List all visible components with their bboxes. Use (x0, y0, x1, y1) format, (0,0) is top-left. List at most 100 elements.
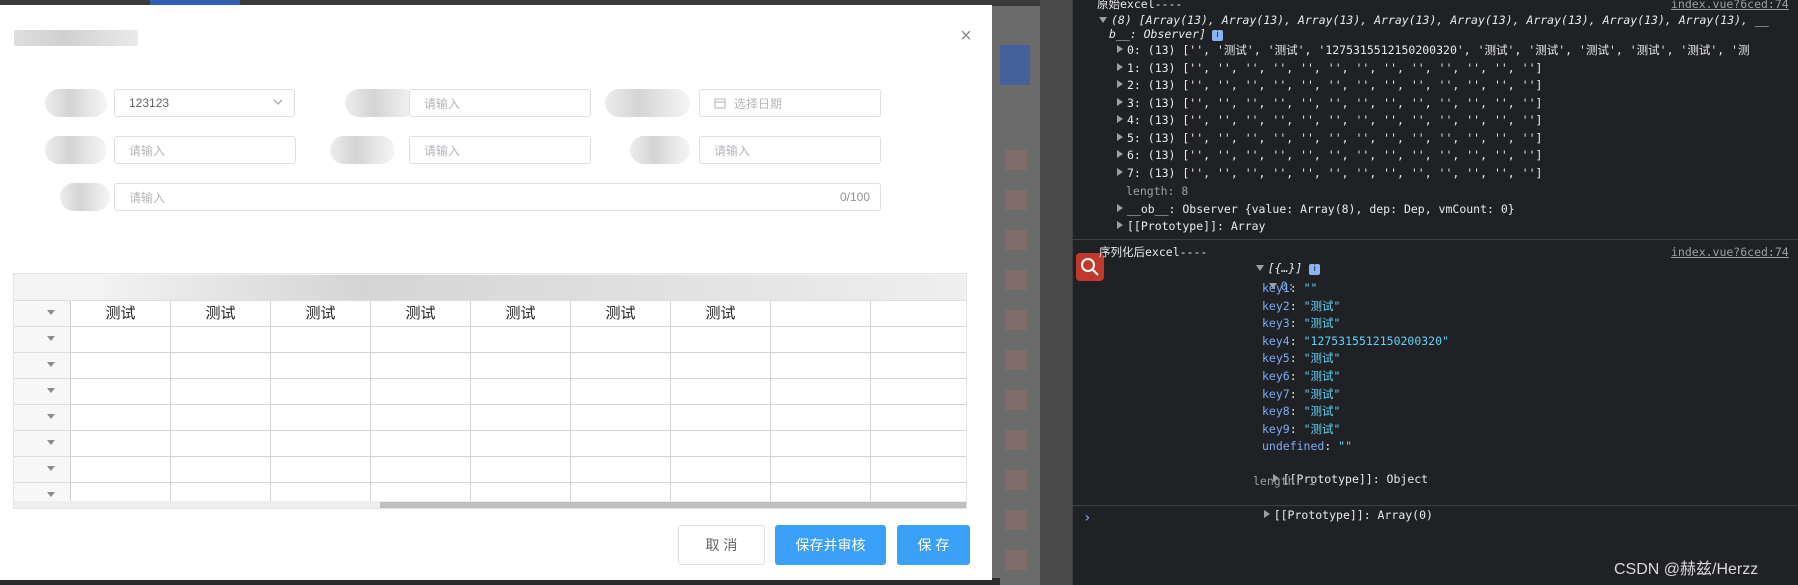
console-line[interactable]: [[Prototype]]: Array (1117, 218, 1265, 234)
console-line[interactable]: 1: (13) ['', '', '', '', '', '', '', '',… (1117, 60, 1542, 76)
sheet-cell[interactable] (871, 353, 966, 379)
sheet-cell[interactable] (71, 405, 171, 431)
row-header[interactable] (14, 353, 71, 379)
sheet-cell[interactable] (871, 301, 966, 327)
row-dropdown-icon[interactable] (47, 336, 55, 341)
remark-textarea[interactable]: 请输入 0/100 (114, 183, 881, 211)
sheet-cell[interactable] (771, 327, 871, 353)
sheet-cell[interactable] (771, 405, 871, 431)
sheet-cell[interactable] (371, 431, 471, 457)
sheet-cell[interactable] (371, 457, 471, 483)
row-dropdown-icon[interactable] (47, 310, 55, 315)
sheet-cell[interactable] (271, 327, 371, 353)
console-line[interactable]: 3: (13) ['', '', '', '', '', '', '', '',… (1117, 95, 1542, 111)
source-link[interactable]: index.vue?6ced:74 (1671, 244, 1789, 260)
sheet-cell[interactable] (571, 379, 671, 405)
sheet-cell[interactable] (471, 457, 571, 483)
sheet-cell[interactable] (271, 405, 371, 431)
sheet-cell[interactable] (871, 405, 966, 431)
sheet-cell[interactable] (171, 353, 271, 379)
console-line[interactable]: 4: (13) ['', '', '', '', '', '', '', '',… (1117, 112, 1542, 128)
sheet-cell[interactable] (871, 327, 966, 353)
sheet-cell[interactable]: 测试 (571, 301, 671, 327)
select-field[interactable]: 123123 (114, 89, 295, 117)
row-dropdown-icon[interactable] (47, 414, 55, 419)
sheet-cell[interactable] (171, 327, 271, 353)
sheet-cell[interactable] (671, 353, 771, 379)
sheet-cell[interactable] (671, 405, 771, 431)
sheet-cell[interactable] (771, 457, 871, 483)
text-input[interactable]: 请输入 (114, 136, 296, 164)
sheet-cell[interactable] (371, 379, 471, 405)
row-header[interactable] (14, 379, 71, 405)
sheet-cell[interactable] (571, 327, 671, 353)
spreadsheet[interactable]: 测试 测试 测试 测试 测试 测试 测试 (13, 273, 967, 509)
sheet-cell[interactable]: 测试 (671, 301, 771, 327)
sheet-cell[interactable] (871, 379, 966, 405)
text-input[interactable]: 请输入 (409, 136, 591, 164)
sheet-cell[interactable] (471, 431, 571, 457)
sheet-cell[interactable]: 测试 (271, 301, 371, 327)
scrollbar-thumb[interactable] (380, 502, 966, 508)
save-button[interactable]: 保 存 (897, 525, 970, 565)
sheet-cell[interactable] (671, 327, 771, 353)
date-picker[interactable]: 选择日期 (699, 89, 881, 117)
sheet-cell[interactable] (271, 431, 371, 457)
sheet-cell[interactable] (371, 327, 471, 353)
sheet-cell[interactable] (271, 353, 371, 379)
sheet-cell[interactable] (771, 431, 871, 457)
row-header[interactable] (14, 405, 71, 431)
console-line[interactable]: 2: (13) ['', '', '', '', '', '', '', '',… (1117, 77, 1542, 93)
sheet-cell[interactable] (171, 405, 271, 431)
sheet-cell[interactable] (71, 327, 171, 353)
array-prototype-toggle[interactable]: [[Prototype]]: Array(0) (1236, 491, 1433, 539)
source-link[interactable]: index.vue?6ced:74 (1671, 0, 1789, 12)
row-header[interactable] (14, 457, 71, 483)
console-prompt[interactable]: › (1083, 510, 1091, 526)
sheet-cell[interactable] (171, 457, 271, 483)
console-line[interactable]: 0: (13) ['', '测试', '测试', '12753155121502… (1117, 42, 1750, 58)
sheet-cell[interactable] (771, 353, 871, 379)
sheet-cell[interactable] (371, 353, 471, 379)
row-dropdown-icon[interactable] (47, 440, 55, 445)
sheet-cell[interactable] (871, 431, 966, 457)
sheet-cell[interactable]: 测试 (471, 301, 571, 327)
text-input[interactable]: 请输入 (409, 89, 591, 117)
sheet-cell[interactable] (71, 457, 171, 483)
sheet-cell[interactable] (771, 301, 871, 327)
sheet-cell[interactable] (371, 405, 471, 431)
save-and-review-button[interactable]: 保存并审核 (775, 525, 886, 565)
console-line[interactable]: 6: (13) ['', '', '', '', '', '', '', '',… (1117, 147, 1542, 163)
row-dropdown-icon[interactable] (47, 492, 55, 497)
row-header[interactable] (14, 327, 71, 353)
sheet-cell[interactable] (71, 379, 171, 405)
console-line[interactable]: 7: (13) ['', '', '', '', '', '', '', '',… (1117, 165, 1542, 181)
sheet-cell[interactable] (471, 327, 571, 353)
sheet-cell[interactable] (471, 353, 571, 379)
row-dropdown-icon[interactable] (47, 362, 55, 367)
console-line[interactable]: __ob__: Observer {value: Array(8), dep: … (1117, 201, 1515, 217)
sheet-cell[interactable] (271, 379, 371, 405)
sheet-cell[interactable]: 测试 (71, 301, 171, 327)
text-input[interactable]: 请输入 (699, 136, 881, 164)
row-header[interactable] (14, 301, 71, 327)
sheet-cell[interactable] (671, 457, 771, 483)
sheet-cell[interactable]: 测试 (171, 301, 271, 327)
sheet-cell[interactable] (671, 431, 771, 457)
sheet-cell[interactable] (71, 353, 171, 379)
sheet-cell[interactable] (171, 379, 271, 405)
cancel-button[interactable]: 取 消 (678, 525, 765, 565)
close-icon[interactable]: × (955, 25, 977, 47)
sheet-cell[interactable] (271, 457, 371, 483)
sheet-cell[interactable] (671, 379, 771, 405)
horizontal-scrollbar[interactable] (14, 501, 966, 508)
row-dropdown-icon[interactable] (47, 466, 55, 471)
sheet-cell[interactable] (571, 457, 671, 483)
sheet-cell[interactable]: 测试 (371, 301, 471, 327)
sheet-cell[interactable] (71, 431, 171, 457)
sheet-cell[interactable] (871, 457, 966, 483)
sheet-cell[interactable] (571, 405, 671, 431)
sheet-cell[interactable] (471, 405, 571, 431)
sheet-cell[interactable] (771, 379, 871, 405)
sheet-cell[interactable] (571, 431, 671, 457)
